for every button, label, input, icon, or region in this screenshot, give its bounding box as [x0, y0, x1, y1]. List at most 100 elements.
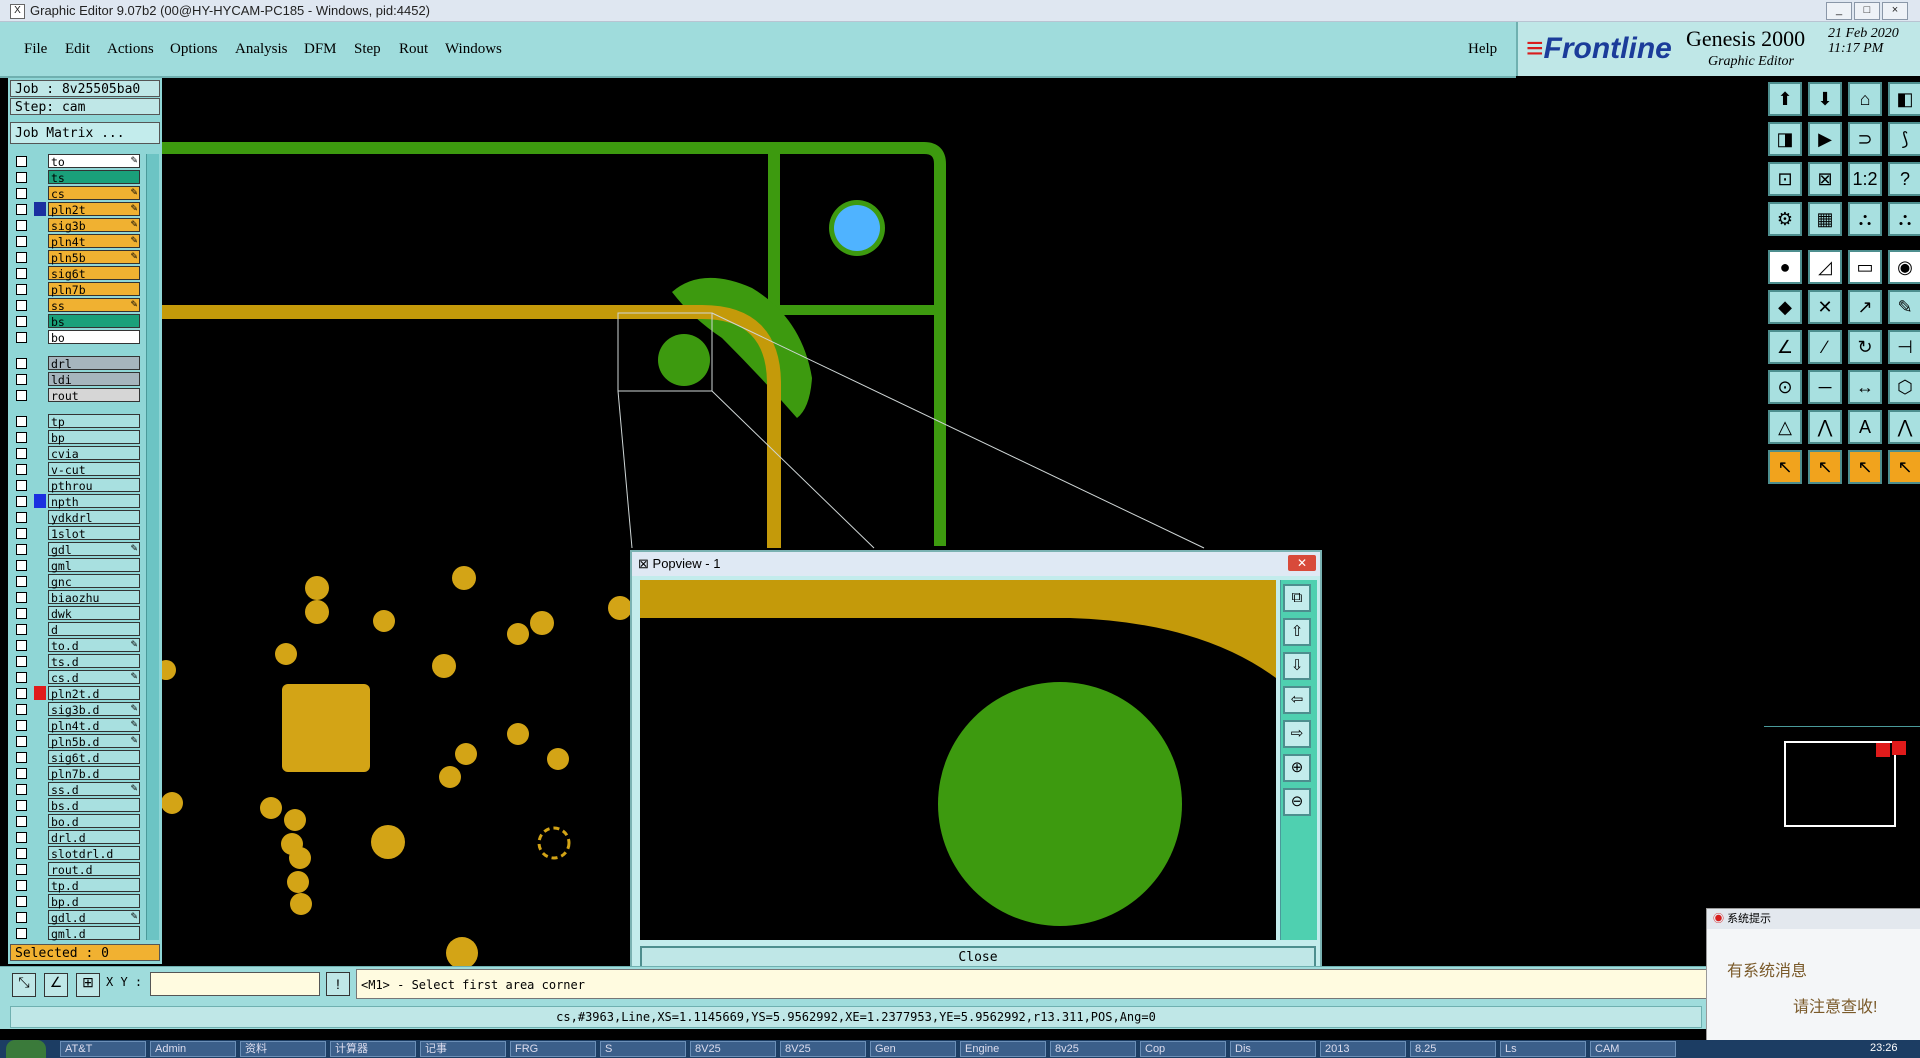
rotate-icon[interactable]: ⚙: [1768, 202, 1802, 236]
taskbar-item[interactable]: 8V25: [780, 1041, 866, 1057]
layer-row-sig6t[interactable]: sig6t: [12, 266, 142, 281]
layer-checkbox[interactable]: [16, 880, 27, 891]
circle-icon[interactable]: ◉: [1888, 250, 1920, 284]
layer-row-gnc[interactable]: gnc: [12, 574, 142, 589]
home-icon[interactable]: ⌂: [1848, 82, 1882, 116]
layer-name[interactable]: d: [48, 622, 140, 637]
layer-checkbox[interactable]: [16, 236, 27, 247]
flip-icon[interactable]: ⟆: [1888, 122, 1920, 156]
line-icon[interactable]: ▭: [1848, 250, 1882, 284]
popview-pan-up-icon[interactable]: ⇧: [1283, 618, 1311, 646]
layer-checkbox[interactable]: [16, 528, 27, 539]
taskbar-item[interactable]: FRG: [510, 1041, 596, 1057]
layer-checkbox[interactable]: [16, 316, 27, 327]
layer-row-bs[interactable]: bs: [12, 314, 142, 329]
layer-row-pln4t[interactable]: pln4t ✎: [12, 234, 142, 249]
popview-pan-left-icon[interactable]: ⇦: [1283, 686, 1311, 714]
layer-row-pln5b[interactable]: pln5b ✎: [12, 250, 142, 265]
taskbar-item[interactable]: Engine: [960, 1041, 1046, 1057]
layer-row-bo.d[interactable]: bo.d: [12, 814, 142, 829]
mirror-icon[interactable]: ⊃: [1848, 122, 1882, 156]
node-icon[interactable]: ◆: [1768, 290, 1802, 324]
layer-row-bp.d[interactable]: bp.d: [12, 894, 142, 909]
layer-row-pln7b.d[interactable]: pln7b.d: [12, 766, 142, 781]
arc-icon[interactable]: ↻: [1848, 330, 1882, 364]
layer-checkbox[interactable]: [16, 864, 27, 875]
taskbar-item[interactable]: 8V25: [690, 1041, 776, 1057]
diag-icon[interactable]: ∕: [1808, 330, 1842, 364]
pencil-icon[interactable]: ✎: [1888, 290, 1920, 324]
layer-checkbox[interactable]: [16, 784, 27, 795]
pad-icon[interactable]: ●: [1768, 250, 1802, 284]
layer-checkbox[interactable]: [16, 374, 27, 385]
menu-help[interactable]: Help: [1468, 41, 1497, 58]
layer-name[interactable]: pln4t: [48, 234, 140, 249]
layer-row-npth[interactable]: npth: [12, 494, 142, 509]
layer-row-pln7b[interactable]: pln7b: [12, 282, 142, 297]
layer-name[interactable]: bs.d: [48, 798, 140, 813]
menu-edit[interactable]: Edit: [65, 41, 90, 58]
exclaim-button[interactable]: !: [326, 972, 350, 996]
layer-row-drl[interactable]: drl: [12, 356, 142, 371]
layer-name[interactable]: pln4t.d: [48, 718, 140, 733]
layer-name[interactable]: biaozhu: [48, 590, 140, 605]
layer-checkbox[interactable]: [16, 390, 27, 401]
layer-name[interactable]: pln7b: [48, 282, 140, 297]
layer-name[interactable]: gdl.d: [48, 910, 140, 925]
layer-name[interactable]: ydkdrl: [48, 510, 140, 525]
layer-name[interactable]: bp.d: [48, 894, 140, 909]
taskbar-item[interactable]: Cop: [1140, 1041, 1226, 1057]
layer-checkbox[interactable]: [16, 736, 27, 747]
panel-right-icon[interactable]: ▶: [1808, 122, 1842, 156]
layer-checkbox[interactable]: [16, 220, 27, 231]
layer-row-v-cut[interactable]: v-cut: [12, 462, 142, 477]
layer-name[interactable]: tp.d: [48, 878, 140, 893]
select-icon[interactable]: ↖: [1768, 450, 1802, 484]
grid-icon[interactable]: ⊞: [76, 973, 100, 997]
layer-name[interactable]: gml: [48, 558, 140, 573]
layer-name[interactable]: cs.d: [48, 670, 140, 685]
layer-checkbox[interactable]: [16, 848, 27, 859]
layer-checkbox[interactable]: [16, 332, 27, 343]
select2-icon[interactable]: ↖: [1808, 450, 1842, 484]
triangle-icon[interactable]: △: [1768, 410, 1802, 444]
layer-checkbox[interactable]: [16, 720, 27, 731]
layer-checkbox[interactable]: [16, 624, 27, 635]
layer-name[interactable]: ldi: [48, 372, 140, 387]
layer-checkbox[interactable]: [16, 496, 27, 507]
taskbar-item[interactable]: Gen: [870, 1041, 956, 1057]
taskbar-item[interactable]: 8.25: [1410, 1041, 1496, 1057]
poly-icon[interactable]: ⬡: [1888, 370, 1920, 404]
stretch-icon[interactable]: ↔: [1848, 370, 1882, 404]
layer-name[interactable]: pln2t: [48, 202, 140, 217]
snap-icon[interactable]: ⛬: [1848, 202, 1882, 236]
layer-row-cs.d[interactable]: cs.d ✎: [12, 670, 142, 685]
layer-name[interactable]: gml.d: [48, 926, 140, 941]
snap2-icon[interactable]: ⛬: [1888, 202, 1920, 236]
layer-checkbox[interactable]: [16, 416, 27, 427]
layer-name[interactable]: pln5b: [48, 250, 140, 265]
layer-name[interactable]: bp: [48, 430, 140, 445]
layer-row-ts[interactable]: ts: [12, 170, 142, 185]
layer-name[interactable]: sig6t: [48, 266, 140, 281]
layer-checkbox[interactable]: [16, 252, 27, 263]
layer-row-bo[interactable]: bo: [12, 330, 142, 345]
layer-checkbox[interactable]: [16, 432, 27, 443]
layer-name[interactable]: dwk: [48, 606, 140, 621]
menu-dfm[interactable]: DFM: [304, 41, 337, 58]
layer-checkbox[interactable]: [16, 912, 27, 923]
split-icon[interactable]: ⊣: [1888, 330, 1920, 364]
layer-checkbox[interactable]: [16, 560, 27, 571]
layer-name[interactable]: ts: [48, 170, 140, 185]
taskbar-item[interactable]: S: [600, 1041, 686, 1057]
panel-left-icon[interactable]: ◨: [1768, 122, 1802, 156]
move-down-icon[interactable]: ⬇: [1808, 82, 1842, 116]
layer-row-ss[interactable]: ss ✎: [12, 298, 142, 313]
layer-name[interactable]: ss: [48, 298, 140, 313]
layer-row-slotdrl.d[interactable]: slotdrl.d: [12, 846, 142, 861]
layer-row-rout[interactable]: rout: [12, 388, 142, 403]
layer-name[interactable]: npth: [48, 494, 140, 509]
layer-row-bp[interactable]: bp: [12, 430, 142, 445]
popview-canvas[interactable]: [640, 580, 1276, 940]
layer-name[interactable]: bo: [48, 330, 140, 345]
